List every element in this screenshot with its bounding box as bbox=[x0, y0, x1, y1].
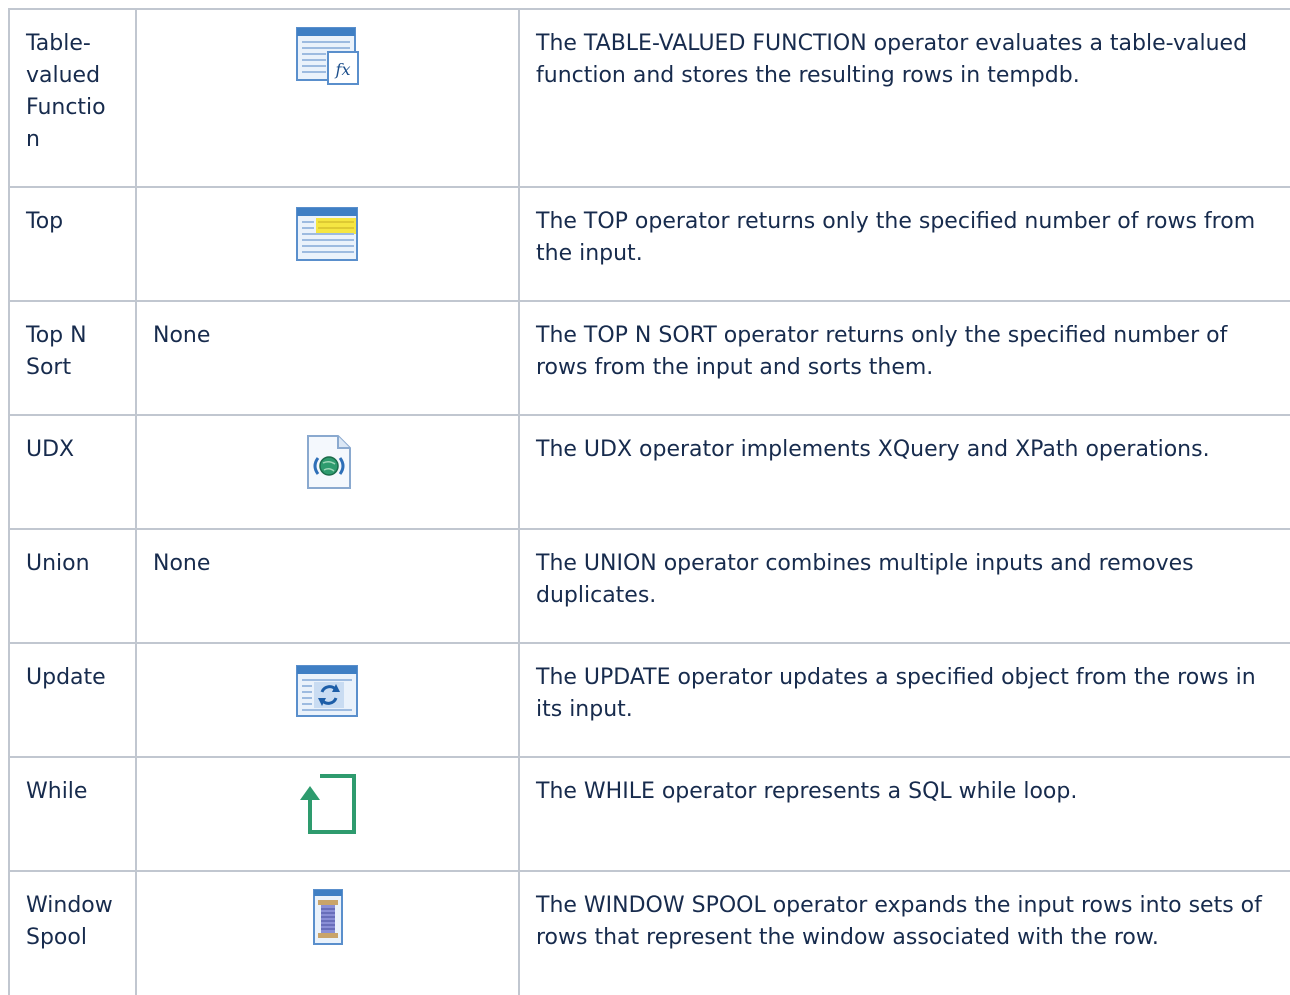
operator-description: The WHILE operator represents a SQL whil… bbox=[518, 756, 1290, 872]
operator-name: Update bbox=[8, 642, 137, 758]
operator-icon-cell: None bbox=[135, 300, 520, 416]
operator-icon-cell bbox=[135, 870, 520, 995]
operator-icon-cell bbox=[135, 642, 520, 758]
operator-name: Top bbox=[8, 186, 137, 302]
table-row: Union None The UNION operator combines m… bbox=[8, 528, 1290, 644]
table-row: Table-valued Function fx The TABLE-VALUE… bbox=[8, 8, 1290, 188]
window-spool-icon bbox=[296, 888, 360, 948]
operator-name: Window Spool bbox=[8, 870, 137, 995]
operator-description: The UNION operator combines multiple inp… bbox=[518, 528, 1290, 644]
operators-table: Table-valued Function fx The TABLE-VALUE… bbox=[8, 8, 1290, 995]
operator-name: Union bbox=[8, 528, 137, 644]
operator-icon-cell: fx bbox=[135, 8, 520, 188]
table-row: Update The UPDATE operator updates a spe… bbox=[8, 642, 1290, 758]
operator-icon-cell: None bbox=[135, 528, 520, 644]
operator-name: UDX bbox=[8, 414, 137, 530]
update-icon bbox=[295, 660, 360, 720]
table-valued-function-icon: fx bbox=[295, 26, 360, 86]
operator-icon-cell bbox=[135, 186, 520, 302]
svg-text:fx: fx bbox=[334, 60, 350, 79]
operator-icon-cell bbox=[135, 756, 520, 872]
table-row: Top N Sort None The TOP N SORT operator … bbox=[8, 300, 1290, 416]
operator-description: The UDX operator implements XQuery and X… bbox=[518, 414, 1290, 530]
operator-description: The TOP operator returns only the specif… bbox=[518, 186, 1290, 302]
operator-description: The WINDOW SPOOL operator expands the in… bbox=[518, 870, 1290, 995]
operator-name: While bbox=[8, 756, 137, 872]
table-row: Window Spool The WINDOW SPOOL operator e… bbox=[8, 870, 1290, 995]
table-row: While The WHILE operator represents a SQ… bbox=[8, 756, 1290, 872]
operator-description: The UPDATE operator updates a specified … bbox=[518, 642, 1290, 758]
operator-description: The TOP N SORT operator returns only the… bbox=[518, 300, 1290, 416]
top-icon bbox=[295, 204, 360, 264]
operator-description: The TABLE-VALUED FUNCTION operator evalu… bbox=[518, 8, 1290, 188]
operator-icon-cell bbox=[135, 414, 520, 530]
while-loop-icon bbox=[296, 774, 360, 834]
operator-name: Top N Sort bbox=[8, 300, 137, 416]
operator-name: Table-valued Function bbox=[8, 8, 137, 188]
table-row: Top The TOP operator returns only the sp… bbox=[8, 186, 1290, 302]
udx-icon bbox=[296, 432, 360, 492]
table-row: UDX The UDX operator implements XQuery a… bbox=[8, 414, 1290, 530]
